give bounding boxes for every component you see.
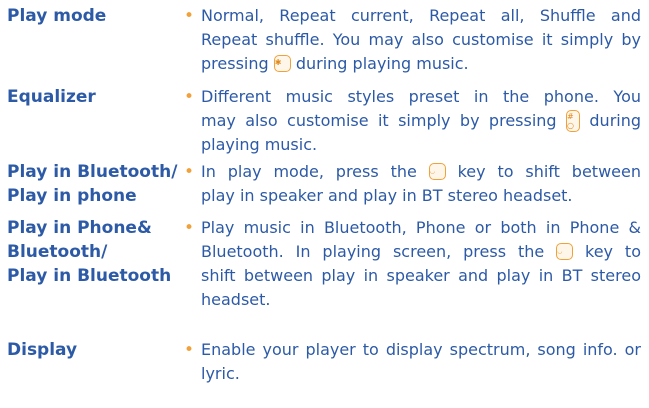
description: Enable your player to display spectrum, … [201, 338, 641, 386]
call-key-icon: ◡ [556, 243, 574, 260]
description-line: Repeat shuffle. You may also customise i… [201, 30, 641, 49]
description: Normal, Repeat current, Repeat all, Shuf… [201, 4, 641, 76]
term-line: Equalizer [7, 87, 96, 107]
description-line: lyric. [201, 364, 240, 383]
description-text: during playing music. [295, 54, 469, 73]
description-text: may also customise it simply by pressing [201, 111, 557, 130]
description-line: Play music in Bluetooth, Phone or both i… [201, 218, 641, 237]
description: Different music styles preset in the pho… [201, 85, 641, 157]
description-text: during [589, 111, 642, 130]
description-line: shift between play in speaker and play i… [201, 266, 641, 285]
description-line: Enable your player to display spectrum, … [201, 340, 641, 359]
term-line: Play in Phone& [7, 218, 152, 238]
hash-key-icon: # ○ [565, 110, 580, 132]
description-line: playing music. [201, 135, 318, 154]
term-label: Display [7, 338, 207, 362]
description-line: pressing ✱ during playing music. [201, 52, 641, 76]
bullet-marker: • [184, 87, 195, 107]
term-line: Play in phone [7, 186, 137, 206]
description-line: Normal, Repeat current, Repeat all, Shuf… [201, 6, 641, 25]
description-line: Different music styles preset in the pho… [201, 87, 641, 106]
term-label: Play in Phone& Bluetooth/ Play in Blueto… [7, 216, 207, 288]
description-line: play in speaker and play in BT stereo he… [201, 186, 573, 205]
bullet-marker: • [184, 340, 195, 360]
description-line: In play mode, press the ◡ key to shift b… [201, 160, 641, 184]
term-label: Play mode [7, 4, 207, 28]
term-line: Play in Bluetooth/ [7, 162, 178, 182]
description: Play music in Bluetooth, Phone or both i… [201, 216, 641, 312]
description-text: In play mode, press the [201, 162, 417, 181]
term-line: Bluetooth/ [7, 242, 108, 262]
description-text: Bluetooth. In playing screen, press the [201, 242, 545, 261]
bullet-marker: • [184, 218, 195, 238]
bullet-marker: • [184, 162, 195, 182]
description-text: key to shift between [457, 162, 641, 181]
description-line: may also customise it simply by pressing… [201, 109, 641, 133]
term-label: Play in Bluetooth/ Play in phone [7, 160, 207, 208]
term-line: Play mode [7, 6, 107, 26]
bullet-marker: • [184, 6, 195, 26]
star-key-icon: ✱ [273, 55, 291, 72]
call-key-icon: ◡ [428, 163, 446, 180]
description: In play mode, press the ◡ key to shift b… [201, 160, 641, 208]
term-line: Play in Bluetooth [7, 266, 172, 286]
description-line: headset. [201, 290, 271, 309]
description-text: pressing [201, 54, 269, 73]
description-line: Bluetooth. In playing screen, press the … [201, 240, 641, 264]
description-text: key to [585, 242, 641, 261]
term-label: Equalizer [7, 85, 207, 109]
term-line: Display [7, 340, 78, 360]
